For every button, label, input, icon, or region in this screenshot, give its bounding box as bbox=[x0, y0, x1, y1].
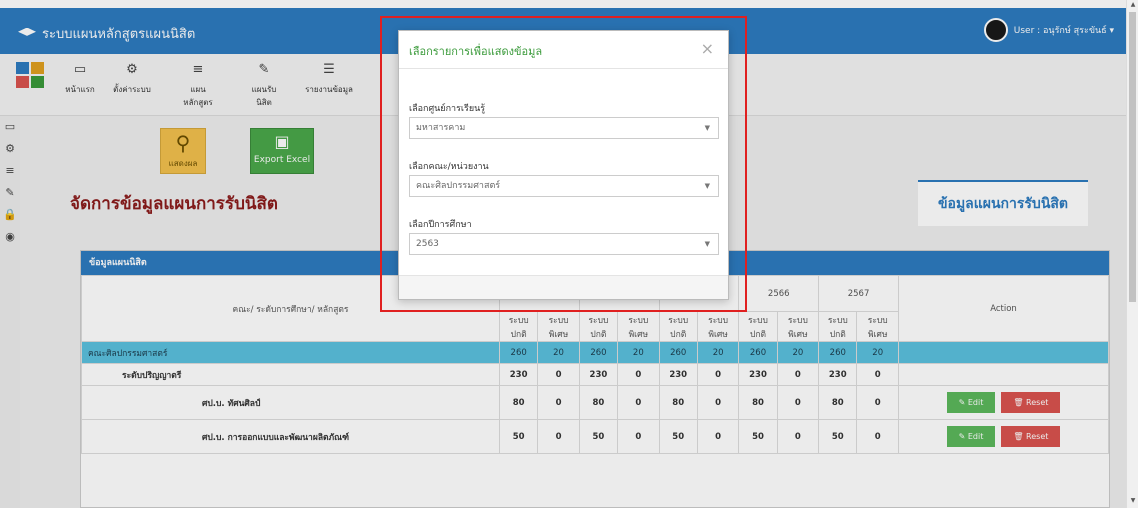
center-select[interactable]: มหาสารคาม ▼ bbox=[409, 117, 719, 139]
scroll-up-icon[interactable]: ▲ bbox=[1128, 1, 1138, 11]
select-modal: เลือกรายการเพื่อแสดงข้อมูล × เลือกศูนย์ก… bbox=[398, 30, 729, 300]
modal-footer bbox=[399, 275, 728, 299]
select-value: มหาสารคาม bbox=[416, 123, 466, 133]
page-scrollbar[interactable]: ▲ ▼ bbox=[1126, 0, 1138, 508]
select-value: คณะศิลปกรรมศาสตร์ bbox=[416, 181, 501, 191]
faculty-label: เลือกคณะ/หน่วยงาน bbox=[409, 162, 489, 172]
chevron-down-icon: ▼ bbox=[704, 124, 710, 132]
faculty-select[interactable]: คณะศิลปกรรมศาสตร์ ▼ bbox=[409, 175, 719, 197]
close-icon[interactable]: × bbox=[701, 39, 714, 58]
modal-header: เลือกรายการเพื่อแสดงข้อมูล × bbox=[399, 31, 728, 69]
year-select[interactable]: 2563 ▼ bbox=[409, 233, 719, 255]
modal-title: เลือกรายการเพื่อแสดงข้อมูล bbox=[409, 45, 543, 58]
center-label: เลือกศูนย์การเรียนรู้ bbox=[409, 104, 486, 114]
select-value: 2563 bbox=[416, 239, 439, 249]
chevron-down-icon: ▼ bbox=[704, 182, 710, 190]
year-label: เลือกปีการศึกษา bbox=[409, 220, 472, 230]
scroll-thumb[interactable] bbox=[1129, 12, 1136, 302]
scroll-down-icon[interactable]: ▼ bbox=[1128, 497, 1138, 507]
chevron-down-icon: ▼ bbox=[704, 240, 710, 248]
